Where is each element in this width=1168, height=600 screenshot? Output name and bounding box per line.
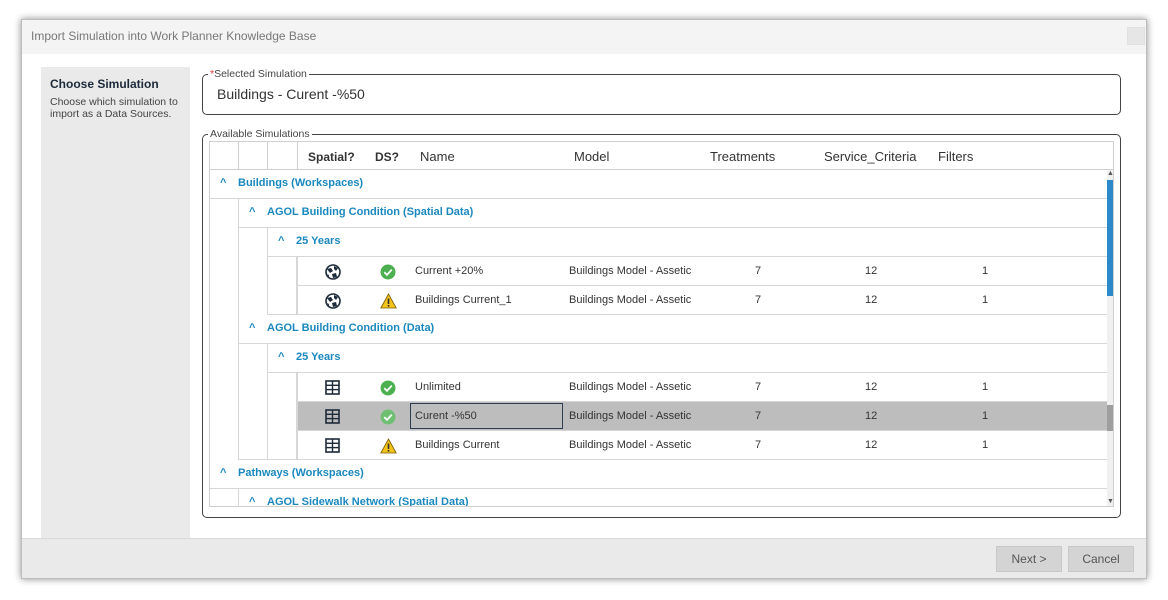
table-icon xyxy=(325,380,340,395)
group-row-data[interactable]: ^ AGOL Building Condition (Data) xyxy=(210,315,1107,344)
sim-name: Buildings Current xyxy=(415,439,500,451)
sim-filters: 1 xyxy=(982,410,989,422)
step-title: Choose Simulation xyxy=(50,77,159,91)
scroll-marker xyxy=(1107,405,1113,431)
sim-service-criteria: 12 xyxy=(865,439,878,451)
available-simulations-panel: Available Simulations Spatial? DS? Name … xyxy=(202,127,1121,518)
group-row-pathways[interactable]: ^ Pathways (Workspaces) xyxy=(210,460,1107,489)
sim-service-criteria: 12 xyxy=(865,381,878,393)
sim-treatments: 7 xyxy=(755,265,762,277)
sim-name: Unlimited xyxy=(415,381,461,393)
sim-model: Buildings Model - Assetic xyxy=(569,294,692,306)
scroll-down-icon[interactable]: ▼ xyxy=(1107,498,1113,505)
check-icon xyxy=(380,380,396,396)
dialog-title: Import Simulation into Work Planner Know… xyxy=(31,29,317,43)
next-button[interactable]: Next > xyxy=(996,546,1062,572)
table-row[interactable]: Buildings Current_1 Buildings Model - As… xyxy=(210,286,1107,315)
collapse-caret-icon[interactable]: ^ xyxy=(220,467,226,479)
sim-name: Curent -%50 xyxy=(415,410,477,422)
dialog-content: Choose Simulation Choose which simulatio… xyxy=(22,54,1146,538)
sim-filters: 1 xyxy=(982,294,989,306)
grid-scrollbar[interactable]: ▲ ▼ xyxy=(1107,170,1113,506)
group-row-spatial-data[interactable]: ^ AGOL Building Condition (Spatial Data) xyxy=(210,199,1107,228)
table-icon xyxy=(325,409,340,424)
dialog-footer: Next > Cancel xyxy=(22,538,1146,578)
globe-icon xyxy=(325,293,341,309)
selected-simulation-label: *Selected Simulation xyxy=(208,67,309,81)
group-label: AGOL Sidewalk Network (Spatial Data) xyxy=(267,496,469,507)
collapse-caret-icon[interactable]: ^ xyxy=(249,496,255,506)
sim-name: Current +20% xyxy=(415,265,484,277)
group-row-buildings[interactable]: ^ Buildings (Workspaces) xyxy=(210,170,1107,199)
group-label: AGOL Building Condition (Data) xyxy=(267,322,435,334)
dialog-titlebar: Import Simulation into Work Planner Know… xyxy=(22,20,1146,54)
sim-service-criteria: 12 xyxy=(865,410,878,422)
sim-filters: 1 xyxy=(982,439,989,451)
sim-treatments: 7 xyxy=(755,439,762,451)
col-name[interactable]: Name xyxy=(420,149,455,164)
group-row-25-years[interactable]: ^ 25 Years xyxy=(210,344,1107,373)
group-row-sidewalk[interactable]: ^ AGOL Sidewalk Network (Spatial Data) xyxy=(210,489,1107,507)
collapse-caret-icon[interactable]: ^ xyxy=(249,322,255,334)
sim-filters: 1 xyxy=(982,381,989,393)
group-label: Buildings (Workspaces) xyxy=(238,177,364,189)
warning-icon xyxy=(380,293,397,309)
collapse-caret-icon[interactable]: ^ xyxy=(220,177,226,189)
table-row[interactable]: Current +20% Buildings Model - Assetic 7… xyxy=(210,257,1107,286)
scroll-up-icon[interactable]: ▲ xyxy=(1107,170,1113,177)
close-button[interactable] xyxy=(1127,27,1145,45)
col-spatial[interactable]: Spatial? xyxy=(308,150,355,164)
col-service-criteria[interactable]: Service_Criteria xyxy=(824,149,916,164)
sim-model: Buildings Model - Assetic xyxy=(569,381,692,393)
sim-model: Buildings Model - Assetic xyxy=(569,439,692,451)
sim-model: Buildings Model - Assetic xyxy=(569,410,692,422)
sim-model: Buildings Model - Assetic xyxy=(569,265,692,277)
grid-header: Spatial? DS? Name Model Treatments Servi… xyxy=(210,142,1113,170)
check-icon xyxy=(380,264,396,280)
collapse-caret-icon[interactable]: ^ xyxy=(249,206,255,218)
col-filters[interactable]: Filters xyxy=(938,149,973,164)
collapse-caret-icon[interactable]: ^ xyxy=(278,351,284,363)
table-row[interactable]: Unlimited Buildings Model - Assetic 7 12… xyxy=(210,373,1107,402)
group-label: AGOL Building Condition (Spatial Data) xyxy=(267,206,474,218)
group-label: 25 Years xyxy=(296,235,341,247)
check-icon xyxy=(380,409,396,425)
group-label: 25 Years xyxy=(296,351,341,363)
collapse-caret-icon[interactable]: ^ xyxy=(278,235,284,247)
sim-treatments: 7 xyxy=(755,294,762,306)
group-row-25-years[interactable]: ^ 25 Years xyxy=(210,228,1107,257)
sim-service-criteria: 12 xyxy=(865,265,878,277)
sim-name: Buildings Current_1 xyxy=(415,294,512,306)
available-simulations-label: Available Simulations xyxy=(208,127,312,141)
step-panel: Choose Simulation Choose which simulatio… xyxy=(41,67,190,538)
import-simulation-dialog: Import Simulation into Work Planner Know… xyxy=(21,19,1147,579)
cancel-button[interactable]: Cancel xyxy=(1068,546,1134,572)
sim-filters: 1 xyxy=(982,265,989,277)
step-description: Choose which simulation to import as a D… xyxy=(50,96,178,120)
sim-treatments: 7 xyxy=(755,410,762,422)
sim-treatments: 7 xyxy=(755,381,762,393)
sim-service-criteria: 12 xyxy=(865,294,878,306)
col-model[interactable]: Model xyxy=(574,149,609,164)
simulations-grid: Spatial? DS? Name Model Treatments Servi… xyxy=(209,141,1114,507)
selected-simulation-field[interactable]: *Selected Simulation Buildings - Curent … xyxy=(202,67,1121,115)
col-ds[interactable]: DS? xyxy=(375,150,399,164)
selected-simulation-value: Buildings - Curent -%50 xyxy=(217,86,365,102)
warning-icon xyxy=(380,438,397,454)
table-row-selected[interactable]: Curent -%50 Buildings Model - Assetic 7 … xyxy=(210,402,1107,431)
table-row[interactable]: Buildings Current Buildings Model - Asse… xyxy=(210,431,1107,460)
table-icon xyxy=(325,438,340,453)
group-label: Pathways (Workspaces) xyxy=(238,467,364,479)
scroll-thumb[interactable] xyxy=(1107,180,1113,296)
globe-icon xyxy=(325,264,341,280)
col-treatments[interactable]: Treatments xyxy=(710,149,775,164)
